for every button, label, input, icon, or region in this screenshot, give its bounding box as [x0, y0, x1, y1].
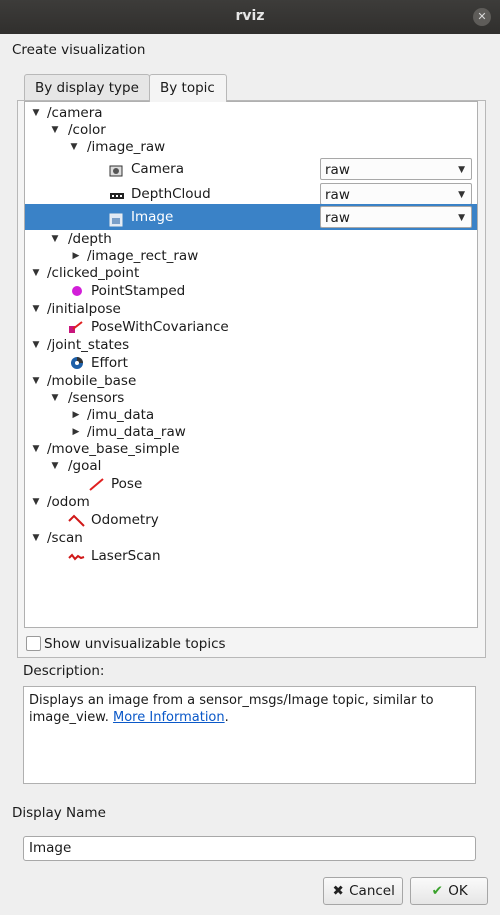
point-icon	[70, 284, 84, 298]
expand-arrow-icon[interactable]: ▼	[31, 528, 41, 548]
tree-item-odom[interactable]: ▼ /odom	[25, 492, 477, 512]
tree-item-laserscan[interactable]: LaserScan	[25, 546, 477, 566]
pose-covariance-icon	[68, 320, 83, 334]
description-box: Displays an image from a sensor_msgs/Ima…	[23, 686, 476, 784]
odometry-icon	[68, 513, 85, 527]
tree-item-posewithcovariance[interactable]: PoseWithCovariance	[25, 317, 477, 337]
tree-item-image-raw[interactable]: ▼ /image_raw	[25, 137, 477, 157]
effort-icon	[70, 356, 84, 370]
display-name-label: Display Name	[12, 805, 106, 821]
transport-select-depthcloud[interactable]: raw ▼	[320, 183, 472, 205]
tree-item-odometry[interactable]: Odometry	[25, 510, 477, 530]
cancel-button[interactable]: ✖ Cancel	[323, 877, 403, 905]
tree-item-goal[interactable]: ▼ /goal	[25, 456, 477, 476]
expand-arrow-icon[interactable]: ▼	[31, 263, 41, 283]
expand-arrow-icon[interactable]: ▼	[31, 492, 41, 512]
expand-arrow-icon[interactable]: ▼	[31, 299, 41, 319]
description-text: Displays an image from a sensor_msgs/Ima…	[29, 693, 434, 725]
laserscan-icon	[68, 549, 85, 563]
tree-item-clicked-point[interactable]: ▼ /clicked_point	[25, 263, 477, 283]
tree-item-scan[interactable]: ▼ /scan	[25, 528, 477, 548]
chevron-down-icon: ▼	[458, 190, 465, 200]
close-icon[interactable]: ✕	[473, 8, 491, 26]
description-label: Description:	[23, 663, 105, 679]
show-unvisualizable-label: Show unvisualizable topics	[44, 636, 226, 652]
tree-item-effort[interactable]: Effort	[25, 353, 477, 373]
tree-item-joint-states[interactable]: ▼ /joint_states	[25, 335, 477, 355]
topic-tree[interactable]: ▼ /camera ▼ /color ▼ /image_raw Camera r…	[24, 101, 478, 628]
chevron-down-icon: ▼	[458, 213, 465, 223]
tab-by-topic[interactable]: By topic	[149, 74, 227, 102]
camera-icon	[109, 162, 123, 177]
chevron-down-icon: ▼	[458, 165, 465, 175]
window-titlebar: rviz ✕	[0, 0, 500, 34]
tree-item-camera-display[interactable]: Camera raw ▼	[25, 157, 477, 181]
tree-item-pointstamped[interactable]: PointStamped	[25, 281, 477, 301]
display-name-input[interactable]: Image	[23, 836, 476, 861]
expand-arrow-icon[interactable]: ▼	[31, 335, 41, 355]
tab-by-display-type[interactable]: By display type	[24, 74, 150, 101]
tree-item-depthcloud[interactable]: DepthCloud raw ▼	[25, 182, 477, 206]
expand-arrow-icon[interactable]: ▼	[69, 137, 79, 157]
window-title: rviz	[235, 8, 265, 24]
checkmark-icon: ✔	[431, 883, 443, 899]
ok-button[interactable]: ✔ OK	[410, 877, 488, 905]
transport-select-camera[interactable]: raw ▼	[320, 158, 472, 180]
cancel-x-icon: ✖	[332, 883, 344, 899]
dialog-heading: Create visualization	[12, 42, 146, 58]
tree-item-image[interactable]: Image raw ▼	[25, 204, 477, 230]
pose-icon	[89, 477, 104, 491]
show-unvisualizable-checkbox[interactable]	[26, 636, 41, 651]
depthcloud-icon	[109, 187, 124, 201]
expand-arrow-icon[interactable]: ▼	[50, 456, 60, 476]
image-icon	[109, 210, 123, 227]
tree-item-initialpose[interactable]: ▼ /initialpose	[25, 299, 477, 319]
transport-select-image[interactable]: raw ▼	[320, 206, 472, 228]
tree-item-pose[interactable]: Pose	[25, 474, 477, 494]
more-information-link[interactable]: More Information	[113, 710, 225, 725]
